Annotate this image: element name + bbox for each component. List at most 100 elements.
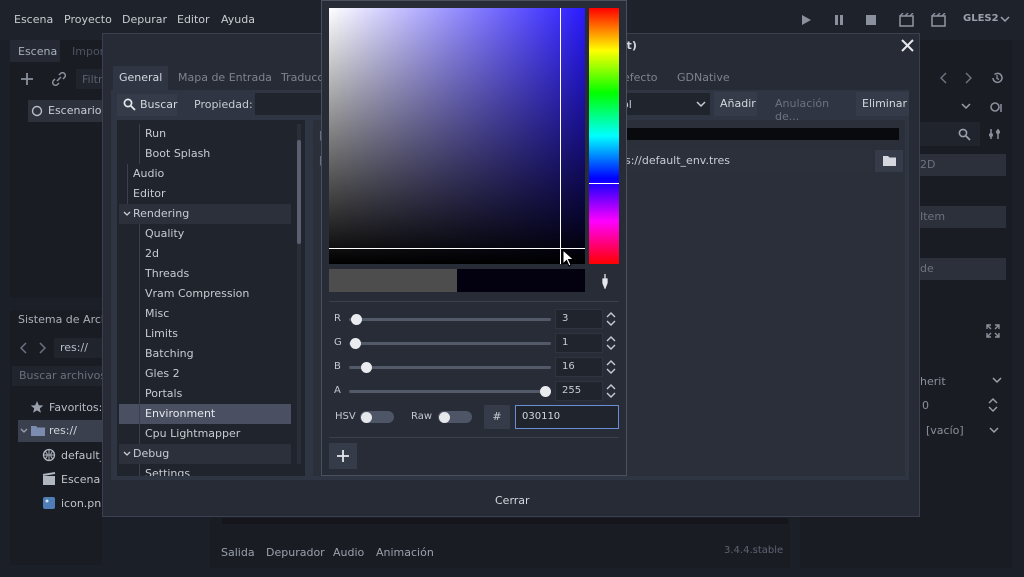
override-button[interactable]: Anulación de... xyxy=(767,92,853,123)
eyedropper-icon[interactable] xyxy=(600,273,610,289)
spin-updown-icon[interactable] xyxy=(606,311,616,327)
search-icon[interactable] xyxy=(958,128,971,141)
bottom-tab-debugger[interactable]: Depurador xyxy=(266,546,325,559)
channel-a-slider[interactable] xyxy=(349,390,551,393)
close-icon[interactable] xyxy=(901,39,914,52)
tree-scrollbar-track[interactable] xyxy=(297,124,301,464)
channel-r-slider[interactable] xyxy=(349,318,551,321)
environment-color-swatch[interactable] xyxy=(627,128,899,140)
tree-item[interactable]: Environment xyxy=(119,404,291,424)
tree-item[interactable]: Batching xyxy=(119,344,291,364)
previous-color-preview[interactable] xyxy=(329,269,457,292)
tab-translations[interactable]: Traducc xyxy=(275,66,323,90)
browse-folder-button[interactable] xyxy=(875,150,903,172)
tab-general[interactable]: General xyxy=(113,66,169,90)
import-dock-tab[interactable]: Importar xyxy=(72,45,102,58)
back-arrow-icon[interactable] xyxy=(20,342,28,354)
bottom-tab-output[interactable]: Salida xyxy=(221,546,255,559)
menu-editor[interactable]: Editor xyxy=(177,13,210,26)
tree-item[interactable]: Portals xyxy=(119,384,291,404)
history-back-icon[interactable] xyxy=(940,72,948,84)
chevron-down-icon[interactable] xyxy=(992,377,1002,385)
channel-b-slider[interactable] xyxy=(349,366,551,369)
tree-item[interactable]: Quality xyxy=(119,224,291,244)
tab-input-map[interactable]: Mapa de Entrada xyxy=(172,66,278,90)
spin-updown-icon[interactable] xyxy=(606,383,616,399)
type-selector[interactable]: ol xyxy=(617,92,711,116)
scene-dock-tab[interactable]: Escena xyxy=(10,40,60,62)
play-custom-scene-icon[interactable] xyxy=(931,13,946,27)
menu-escena[interactable]: Escena xyxy=(14,13,53,26)
filesystem-root-row[interactable]: res:// xyxy=(18,420,102,442)
add-property-button[interactable]: Añadir xyxy=(714,92,757,116)
hex-hash-button[interactable]: # xyxy=(484,405,510,429)
scene-tree-root[interactable]: Escenario xyxy=(28,100,108,122)
play-icon[interactable] xyxy=(800,14,812,26)
menu-depurar[interactable]: Depurar xyxy=(122,13,167,26)
menu-ayuda[interactable]: Ayuda xyxy=(221,13,255,26)
forward-arrow-icon[interactable] xyxy=(38,342,46,354)
channel-b-spinbox[interactable]: 16 xyxy=(555,357,603,377)
file-icon-png[interactable]: icon.png xyxy=(61,497,101,510)
saturation-value-picker[interactable] xyxy=(329,8,585,264)
tree-item[interactable]: 2d xyxy=(119,244,291,264)
menu-proyecto[interactable]: Proyecto xyxy=(64,13,112,26)
tree-item[interactable]: Threads xyxy=(119,264,291,284)
hsv-toggle[interactable] xyxy=(360,411,394,423)
hue-slider[interactable] xyxy=(589,8,619,264)
channel-g-spinbox[interactable]: 1 xyxy=(555,333,603,353)
property-input[interactable] xyxy=(254,92,324,116)
expand-icon[interactable] xyxy=(986,324,1000,338)
tree-item[interactable]: Rendering xyxy=(119,204,291,224)
spin-updown-icon[interactable] xyxy=(988,397,998,413)
channel-g-slider[interactable] xyxy=(349,342,551,345)
dialog-close-button[interactable]: Cerrar xyxy=(489,490,533,512)
bottom-tab-animation[interactable]: Animación xyxy=(376,546,434,559)
tree-item[interactable]: Audio xyxy=(119,164,291,184)
inspector-filter-input[interactable] xyxy=(920,122,980,146)
chevron-down-icon[interactable] xyxy=(989,427,999,435)
link-icon[interactable] xyxy=(52,72,66,86)
bottom-tab-audio[interactable]: Audio xyxy=(333,546,364,559)
play-scene-icon[interactable] xyxy=(899,13,914,27)
pause-icon[interactable] xyxy=(833,14,845,26)
tree-item[interactable]: Editor xyxy=(119,184,291,204)
tree-item[interactable]: Debug xyxy=(119,444,291,464)
renderer-selector[interactable]: GLES2 xyxy=(963,13,999,24)
channel-a-grabber[interactable] xyxy=(540,386,551,397)
tree-item[interactable]: Cpu Lightmapper xyxy=(119,424,291,444)
raw-toggle[interactable] xyxy=(438,411,472,423)
hex-input[interactable]: 030110 xyxy=(515,405,619,429)
stop-icon[interactable] xyxy=(865,14,877,26)
history-forward-icon[interactable] xyxy=(964,72,972,84)
tree-item[interactable]: Limits xyxy=(119,324,291,344)
search-button[interactable]: Buscar xyxy=(117,94,178,116)
tools-icon[interactable] xyxy=(988,127,1004,141)
environment-path-field[interactable]: s://default_env.tres xyxy=(623,150,871,172)
tree-item[interactable]: Vram Compression xyxy=(119,284,291,304)
add-node-icon[interactable] xyxy=(20,72,34,86)
tree-item[interactable]: Boot Splash xyxy=(119,144,291,164)
filesystem-search-input[interactable]: Buscar archivos xyxy=(12,366,102,386)
filesystem-path-input[interactable]: res:// xyxy=(54,338,102,358)
tree-item[interactable]: Run xyxy=(119,124,291,144)
tree-scrollbar-grabber[interactable] xyxy=(297,140,301,244)
channel-b-grabber[interactable] xyxy=(361,362,372,373)
delete-property-button[interactable]: Eliminar xyxy=(856,92,909,116)
object-properties-icon[interactable] xyxy=(988,100,1004,114)
file-default-env[interactable]: default_env.tres xyxy=(61,449,101,462)
channel-r-spinbox[interactable]: 3 xyxy=(555,309,603,329)
spin-updown-icon[interactable] xyxy=(606,335,616,351)
tree-item[interactable]: Settings xyxy=(119,464,291,476)
channel-r-grabber[interactable] xyxy=(351,314,362,325)
chevron-down-icon[interactable] xyxy=(961,103,971,111)
file-escenario[interactable]: Escenario.tscn xyxy=(61,473,101,486)
tree-item[interactable]: Misc xyxy=(119,304,291,324)
spin-updown-icon[interactable] xyxy=(606,359,616,375)
channel-g-grabber[interactable] xyxy=(350,338,361,349)
tab-gdnative[interactable]: GDNative xyxy=(671,66,736,90)
history-icon[interactable] xyxy=(990,71,1004,85)
add-preset-button[interactable] xyxy=(329,443,357,469)
channel-a-spinbox[interactable]: 255 xyxy=(555,381,603,401)
tree-item[interactable]: Gles 2 xyxy=(119,364,291,384)
